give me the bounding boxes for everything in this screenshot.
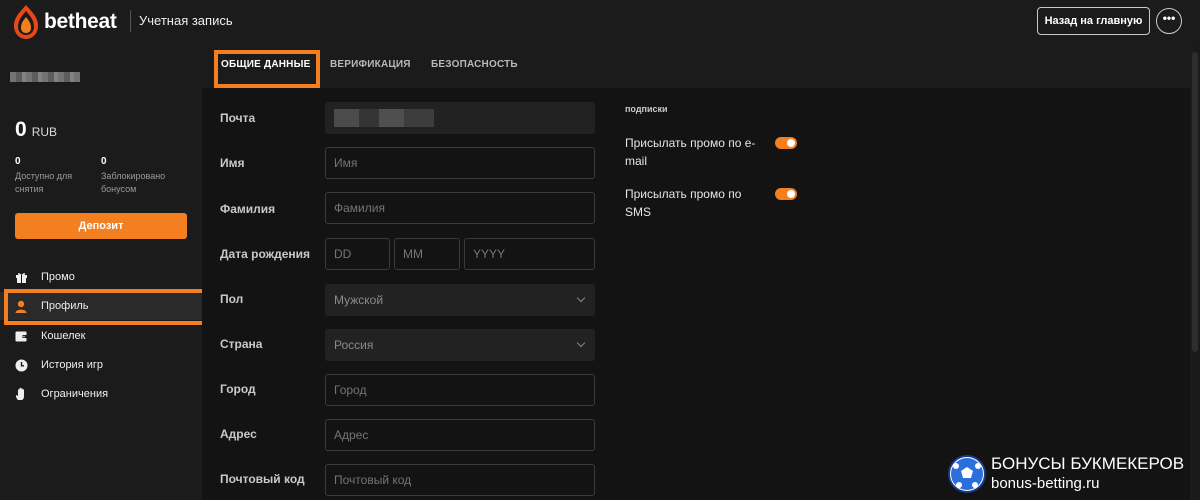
chevron-down-icon [576, 338, 586, 348]
balance-currency: RUB [31, 125, 58, 139]
city-input[interactable] [325, 374, 595, 406]
first-name-label: Имя [220, 156, 245, 170]
more-dots-icon: ••• [1162, 11, 1176, 25]
gift-icon [14, 270, 28, 284]
scrollbar-thumb[interactable] [1192, 52, 1198, 352]
birth-month-input[interactable] [394, 238, 460, 270]
country-select[interactable]: Россия [325, 329, 595, 361]
country-label: Страна [220, 337, 263, 351]
sidebar-item-promo[interactable]: Промо [0, 263, 202, 291]
sidebar-item-limits[interactable]: Ограничения [0, 380, 202, 408]
first-name-input[interactable] [325, 147, 595, 179]
scrollbar[interactable] [1190, 44, 1200, 500]
gender-select[interactable]: Мужской [325, 284, 595, 316]
last-name-input[interactable] [325, 192, 595, 224]
highlight-tab-frame [214, 50, 320, 88]
highlight-profile-frame [4, 289, 207, 325]
last-name-label: Фамилия [220, 202, 276, 216]
gender-label: Пол [220, 292, 244, 306]
sidebar-item-label: Промо [41, 271, 75, 283]
email-promo-toggle[interactable] [775, 137, 797, 149]
stat-value: 0 [15, 156, 21, 167]
city-label: Город [220, 382, 256, 396]
page-title: Учетная запись [139, 13, 233, 28]
email-field[interactable] [325, 102, 595, 134]
hand-icon [14, 387, 28, 401]
bonus-locked-stat: 0 Заблокировано бонусом [101, 156, 181, 196]
username-redacted [10, 72, 80, 82]
watermark-title: БОНУСЫ БУКМЕКЕРОВ [991, 454, 1185, 473]
postal-code-label: Почтовый код [220, 472, 305, 486]
brand-name: betheat [44, 10, 117, 33]
postal-code-input[interactable] [325, 464, 595, 496]
tab-security[interactable]: БЕЗОПАСНОСТЬ [431, 59, 518, 70]
wallet-icon [14, 329, 28, 343]
back-to-home-button[interactable]: Назад на главную [1037, 7, 1150, 35]
sidebar-item-wallet[interactable]: Кошелек [0, 322, 202, 350]
sms-promo-label: Присылать промо по SMS [625, 187, 742, 219]
email-label: Почта [220, 111, 256, 125]
address-input[interactable] [325, 419, 595, 451]
email-promo-label: Присылать промо по e-mail [625, 136, 756, 168]
birthdate-label: Дата рождения [220, 247, 311, 261]
soccer-ball-icon [948, 455, 986, 493]
subscriptions-title: подписки [625, 104, 668, 114]
profile-tabs: ОБЩИЕ ДАННЫЕ ВЕРИФИКАЦИЯ БЕЗОПАСНОСТЬ [202, 44, 1190, 88]
brand-logo[interactable]: betheat [12, 4, 117, 40]
sidebar-item-label: История игр [41, 359, 103, 371]
watermark: БОНУСЫ БУКМЕКЕРОВ bonus-betting.ru [948, 448, 1200, 500]
birth-day-input[interactable] [325, 238, 390, 270]
sidebar: 0 RUB 0 Доступно для снятия 0 Заблокиров… [0, 44, 202, 500]
tab-verification[interactable]: ВЕРИФИКАЦИЯ [330, 59, 411, 70]
watermark-url: bonus-betting.ru [991, 475, 1100, 492]
deposit-button[interactable]: Депозит [15, 213, 187, 239]
header-divider [130, 10, 131, 32]
email-redacted [334, 109, 434, 127]
stat-value: 0 [101, 156, 107, 167]
address-label: Адрес [220, 427, 257, 441]
clock-icon [14, 358, 28, 372]
sms-promo-toggle[interactable] [775, 188, 797, 200]
watermark-text: БОНУСЫ БУКМЕКЕРОВ bonus-betting.ru [991, 454, 1184, 494]
sidebar-item-label: Ограничения [41, 388, 109, 400]
gender-value: Мужской [334, 293, 384, 307]
sidebar-item-label: Кошелек [41, 330, 86, 342]
stat-label: Заблокировано бонусом [101, 171, 166, 194]
more-menu-button[interactable]: ••• [1156, 8, 1182, 34]
balance: 0 RUB [15, 118, 57, 142]
flame-logo-icon [14, 5, 38, 39]
top-bar: betheat Учетная запись Назад на главную … [0, 0, 1200, 44]
sidebar-item-game-history[interactable]: История игр [0, 351, 202, 379]
balance-amount: 0 [15, 118, 27, 141]
available-withdrawal-stat: 0 Доступно для снятия [15, 156, 95, 196]
country-value: Россия [334, 338, 374, 352]
birth-year-input[interactable] [464, 238, 595, 270]
chevron-down-icon [576, 293, 586, 303]
stat-label: Доступно для снятия [15, 171, 73, 194]
